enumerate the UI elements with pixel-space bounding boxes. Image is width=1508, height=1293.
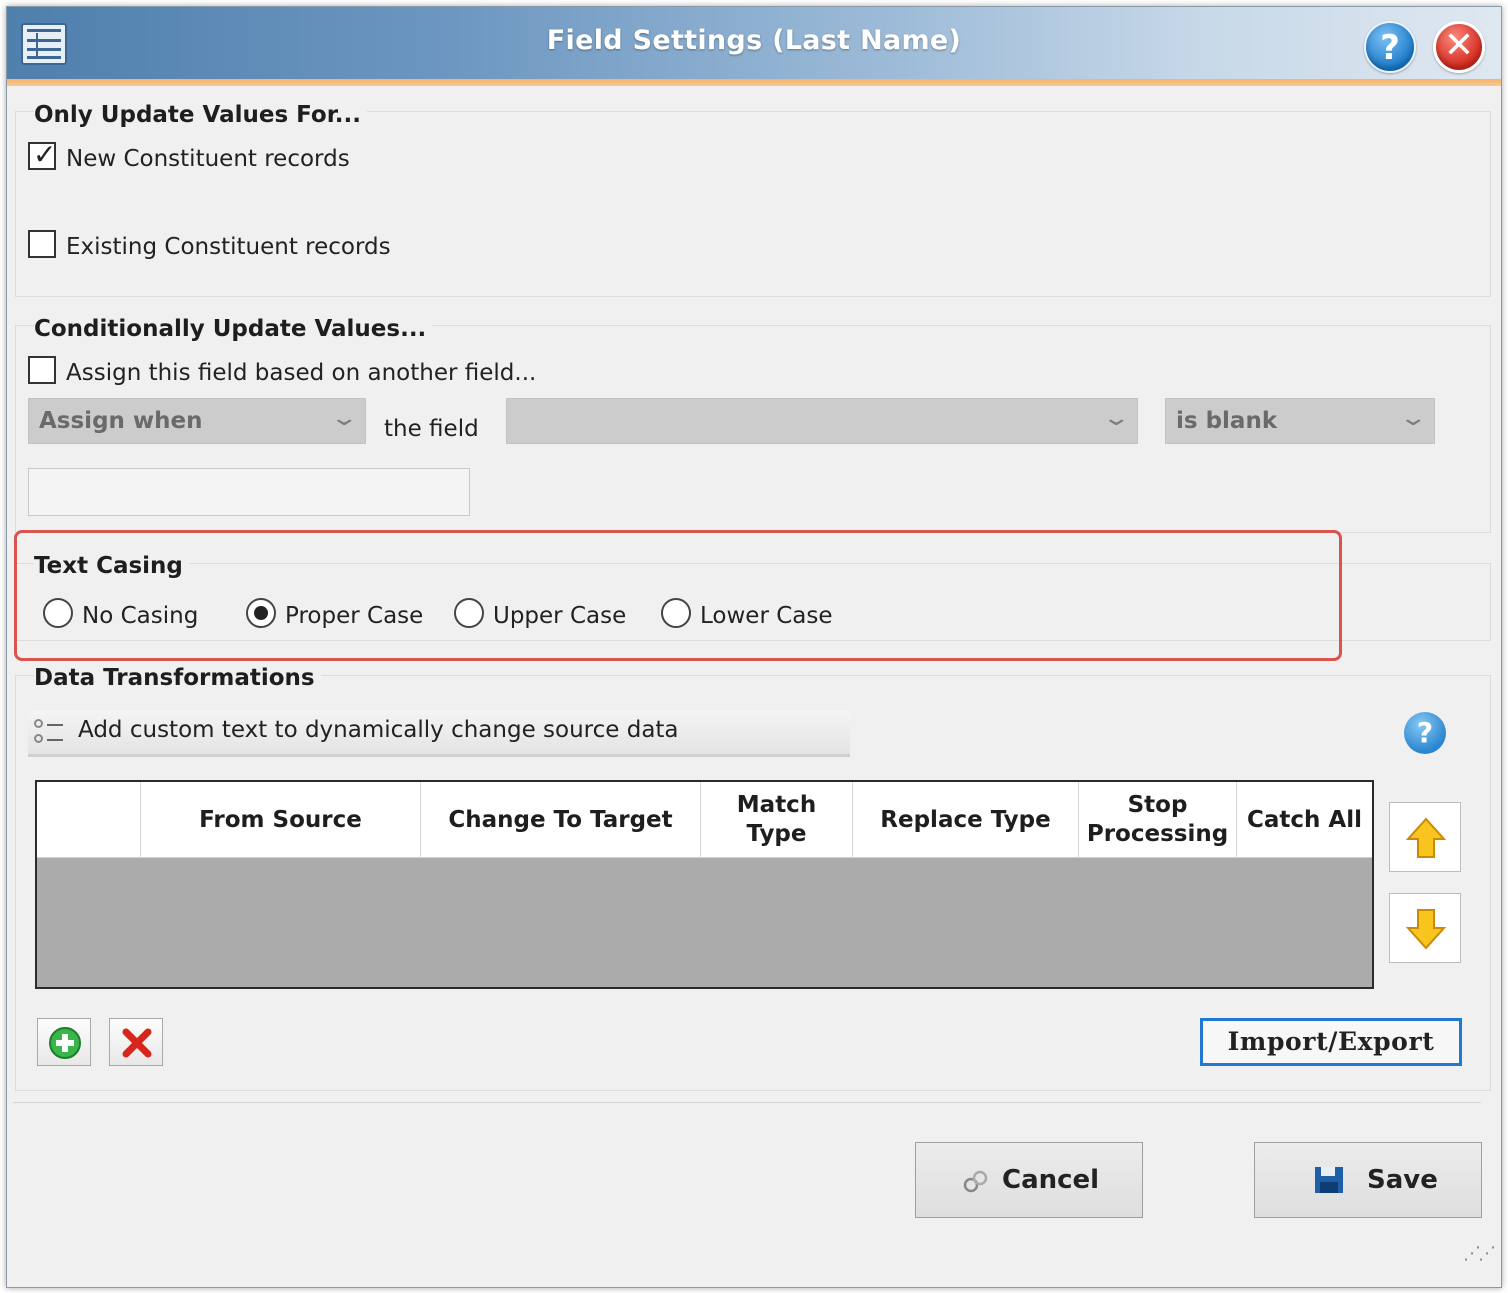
col-catch-all[interactable]: Catch All [1237,782,1372,858]
arrow-up-icon [1406,817,1446,858]
only-update-group [15,111,1491,297]
new-records-checkbox[interactable]: ✓ [28,138,56,171]
col-from-source[interactable]: From Source [141,782,421,858]
text-casing-highlight [14,530,1342,661]
move-up-button[interactable] [1389,802,1461,872]
grid-header: From Source Change To Target Match Type … [37,782,1372,858]
resize-grip-icon[interactable]: ⋰⋰ [1463,1243,1496,1264]
assign-when-select[interactable]: Assign when ⌄ [28,398,366,444]
floppy-disk-icon [1315,1167,1343,1193]
assign-based-label[interactable]: Assign this field based on another field… [66,360,536,386]
existing-records-label[interactable]: Existing Constituent records [66,234,391,260]
help-icon[interactable]: ? [1364,21,1416,73]
col-change-to-target[interactable]: Change To Target [421,782,701,858]
col-match-type[interactable]: Match Type [701,782,853,858]
data-transformations-title: Data Transformations [34,665,321,691]
footer-separator [13,1102,1481,1104]
col-stop-processing[interactable]: Stop Processing [1079,782,1237,858]
cancel-label: Cancel [1002,1165,1100,1195]
assign-based-checkbox[interactable] [28,356,56,384]
condition-value-input[interactable] [28,468,470,516]
close-icon[interactable]: ✕ [1433,21,1485,73]
move-down-button[interactable] [1389,893,1461,963]
add-row-button[interactable] [37,1018,91,1066]
conditional-title: Conditionally Update Values... [34,316,433,342]
condition-select[interactable]: is blank ⌄ [1165,398,1435,444]
assign-when-value: Assign when [39,408,203,434]
arrow-down-icon [1406,909,1446,950]
add-custom-text-button[interactable]: Add custom text to dynamically change so… [28,711,850,757]
col-replace-type[interactable]: Replace Type [853,782,1079,858]
new-records-label[interactable]: New Constituent records [66,146,350,172]
the-field-label: the field [384,416,479,442]
col-selector [37,782,141,858]
delete-x-icon [122,1028,152,1058]
add-custom-text-label: Add custom text to dynamically change so… [78,717,679,743]
help-icon[interactable]: ? [1404,712,1446,754]
transformations-grid[interactable]: From Source Change To Target Match Type … [35,780,1374,989]
chevron-down-icon: ⌄ [1398,406,1428,431]
plus-circle-icon [49,1027,81,1059]
field-settings-dialog: Field Settings (Last Name) ? ✕ Only Upda… [6,6,1502,1288]
existing-records-checkbox[interactable] [28,230,56,258]
only-update-title: Only Update Values For... [34,102,368,128]
list-options-icon [34,717,66,747]
chevron-down-icon: ⌄ [329,406,359,431]
link-chain-icon [963,1170,988,1193]
delete-row-button[interactable] [109,1018,163,1066]
cancel-button[interactable]: Cancel [915,1142,1143,1218]
condition-select-value: is blank [1176,408,1278,434]
checkmark-icon: ✓ [33,138,57,171]
save-button[interactable]: Save [1254,1142,1482,1218]
save-label: Save [1367,1165,1438,1195]
window-title: Field Settings (Last Name) [546,25,962,56]
title-bar[interactable]: Field Settings (Last Name) ? ✕ [7,7,1501,79]
chevron-down-icon: ⌄ [1101,406,1131,431]
title-bar-accent [7,79,1501,86]
import-export-button[interactable]: Import/Export [1200,1018,1462,1066]
field-select[interactable]: ⌄ [506,398,1138,444]
